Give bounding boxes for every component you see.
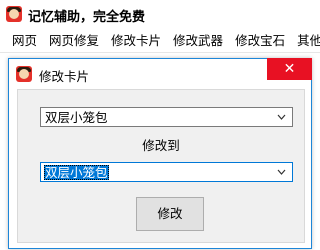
target-card-value: 双层小笼包 [44, 165, 109, 180]
close-button[interactable]: ✕ [267, 58, 312, 80]
modify-button[interactable]: 修改 [136, 197, 204, 231]
dialog-title: 修改卡片 [39, 69, 90, 84]
app-avatar-icon [6, 6, 22, 22]
modify-card-dialog: 修改卡片 ✕ 双层小笼包 修改到 双层小笼包 修改 [8, 58, 312, 249]
menu-item-modify-gem[interactable]: 修改宝石 [229, 30, 291, 52]
menu-item-modify-weapon[interactable]: 修改武器 [167, 30, 229, 52]
modify-to-label: 修改到 [142, 138, 180, 153]
chevron-down-icon[interactable] [275, 110, 288, 124]
source-card-value: 双层小笼包 [45, 110, 108, 125]
target-card-select[interactable]: 双层小笼包 [40, 162, 293, 182]
chevron-down-icon[interactable] [275, 165, 288, 179]
menu-item-modify-card[interactable]: 修改卡片 [105, 30, 167, 52]
dialog-title-bar[interactable]: 修改卡片 ✕ [9, 58, 312, 89]
menu-item-webpage[interactable]: 网页 [0, 30, 43, 52]
app-title: 记忆辅助，完全免费 [28, 10, 146, 25]
menu-item-webpage-repair[interactable]: 网页修复 [43, 30, 105, 52]
menu-item-other[interactable]: 其他 [291, 30, 320, 52]
dialog-avatar-icon [16, 66, 32, 82]
source-card-select[interactable]: 双层小笼包 [40, 107, 293, 127]
menu-bar: 网页 网页修复 修改卡片 修改武器 修改宝石 其他 [0, 30, 320, 53]
dialog-body: 双层小笼包 修改到 双层小笼包 修改 [17, 89, 305, 243]
app-title-bar: 记忆辅助，完全免费 [0, 0, 320, 30]
